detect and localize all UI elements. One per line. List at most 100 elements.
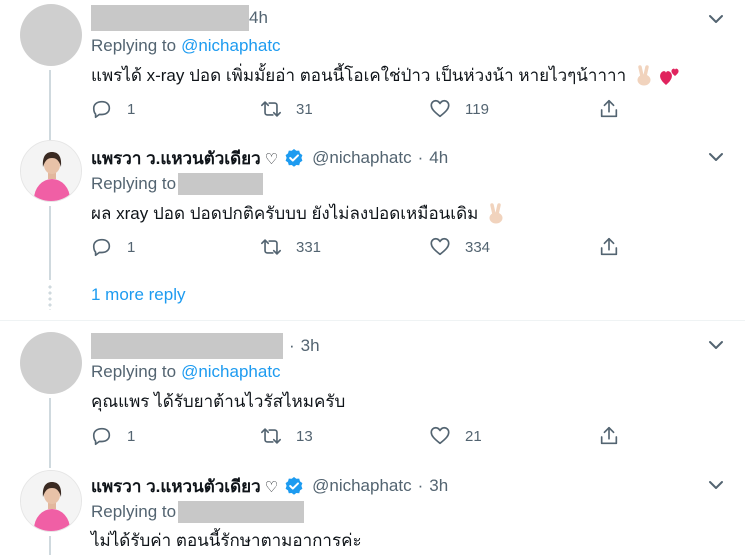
tweet-actions: 1 31 119	[91, 96, 631, 122]
tweet-time[interactable]: 3h	[301, 336, 320, 356]
like-count: 21	[465, 427, 482, 445]
tweet-text: แพรได้ x-ray ปอด เพิ่มมั้ยอ่า ตอนนี้โอเค…	[91, 62, 682, 89]
tweet-text-content: ผล xray ปอด ปอดปกติครับบบ ยังไม่ลงปอดเหม…	[91, 204, 479, 223]
replying-label: Replying to	[91, 36, 177, 55]
thread-line	[49, 398, 51, 468]
chevron-down-icon[interactable]	[707, 336, 725, 354]
tweet-text: คุณแพร ได้รับยาต้านไวรัสไหมครับ	[91, 388, 345, 415]
like-count: 334	[465, 238, 491, 256]
replying-to: Replying to @nichaphatc	[91, 36, 281, 56]
tweet-text: ไม่ได้รับค่า ตอนนี้รักษาตามอาการค่ะ	[91, 527, 362, 554]
avatar[interactable]	[20, 140, 82, 202]
like-button[interactable]: 21	[429, 423, 482, 449]
retweet-icon	[261, 428, 281, 444]
retweet-icon	[261, 101, 281, 117]
tweet[interactable]: แพรวา ว.แหวนตัวเดียว ♡ @nichaphatc · 3h R…	[0, 464, 745, 555]
tweet[interactable]: 4h Replying to @nichaphatc แพรได้ x-ray …	[0, 0, 745, 146]
tweet[interactable]: แพรวา ว.แหวนตัวเดียว ♡ @nichaphatc · 4h R…	[0, 140, 745, 280]
reply-button[interactable]: 1	[91, 234, 135, 260]
tweet-text-content: คุณแพร ได้รับยาต้านไวรัสไหมครับ	[91, 392, 346, 411]
heart-icon	[430, 237, 450, 256]
tweet-text-content: ไม่ได้รับค่า ตอนนี้รักษาตามอาการค่ะ	[91, 531, 362, 550]
redacted-mention	[178, 173, 264, 195]
tweet-header: แพรวา ว.แหวนตัวเดียว ♡ @nichaphatc · 4h	[91, 146, 448, 170]
replying-mention-link[interactable]: @nichaphatc	[181, 36, 281, 56]
reply-count: 1	[127, 100, 136, 118]
replying-label: Replying to	[91, 174, 177, 193]
avatar[interactable]	[20, 470, 82, 532]
victory-hand-emoji	[634, 64, 654, 87]
more-replies-row[interactable]: 1 more reply	[0, 280, 745, 314]
redacted-author	[91, 5, 249, 31]
tweet-actions: 1 331 334	[91, 234, 631, 260]
tweet-actions: 1 13 21	[91, 423, 631, 449]
retweet-count: 31	[296, 100, 313, 118]
separator-dot: ·	[417, 476, 424, 495]
tweet-header: · 3h	[91, 333, 320, 359]
share-icon	[600, 426, 618, 445]
author-name[interactable]: แพรวา ว.แหวนตัวเดียว ♡	[91, 145, 278, 172]
like-button[interactable]: 119	[429, 96, 489, 122]
like-button[interactable]: 334	[429, 234, 490, 260]
replying-label: Replying to	[91, 502, 177, 521]
reply-button[interactable]: 1	[91, 423, 135, 449]
reply-button[interactable]: 1	[91, 96, 135, 122]
retweet-button[interactable]: 331	[260, 234, 321, 260]
like-count: 119	[465, 100, 489, 118]
retweet-button[interactable]: 13	[260, 423, 313, 449]
reply-icon	[92, 427, 111, 446]
profile-photo	[21, 141, 81, 201]
replying-to: Replying to	[91, 173, 264, 195]
retweet-count: 331	[296, 238, 322, 256]
author-name[interactable]: แพรวา ว.แหวนตัวเดียว ♡	[91, 473, 278, 500]
author-handle[interactable]: @nichaphatc	[312, 476, 412, 496]
profile-photo	[21, 471, 81, 531]
victory-hand-emoji	[486, 202, 506, 225]
replying-mention-link[interactable]: @nichaphatc	[181, 362, 281, 382]
share-icon	[600, 237, 618, 256]
thread-dots	[48, 284, 52, 310]
tweet-header: แพรวา ว.แหวนตัวเดียว ♡ @nichaphatc · 3h	[91, 474, 448, 498]
thread-line	[49, 206, 51, 280]
redacted-author	[91, 333, 283, 359]
replying-to: Replying to	[91, 501, 305, 523]
chevron-down-icon[interactable]	[707, 476, 725, 494]
retweet-button[interactable]: 31	[260, 96, 313, 122]
avatar[interactable]	[20, 4, 82, 66]
reply-icon	[92, 100, 111, 119]
thread-line	[49, 70, 51, 146]
heart-icon	[430, 99, 450, 118]
share-icon	[600, 99, 618, 118]
replying-label: Replying to	[91, 362, 177, 381]
more-replies-link[interactable]: 1 more reply	[91, 285, 185, 305]
share-button[interactable]	[598, 96, 620, 122]
tweet-time[interactable]: 4h	[429, 148, 448, 168]
redacted-mention	[178, 501, 305, 523]
avatar[interactable]	[20, 332, 82, 394]
verified-badge-icon	[284, 476, 304, 496]
thread-line	[49, 536, 51, 555]
reply-count: 1	[127, 238, 136, 256]
tweet-time[interactable]: 3h	[429, 476, 448, 496]
author-handle[interactable]: @nichaphatc	[312, 148, 412, 168]
share-button[interactable]	[598, 423, 620, 449]
tweet-time[interactable]: 4h	[249, 8, 268, 28]
chevron-down-icon[interactable]	[707, 10, 725, 28]
reply-icon	[92, 238, 111, 257]
tweet-header: 4h	[91, 5, 268, 31]
heart-icon	[430, 426, 450, 445]
separator-dot: ·	[289, 336, 295, 355]
verified-badge-icon	[284, 148, 304, 168]
chevron-down-icon[interactable]	[707, 148, 725, 166]
divider	[0, 320, 745, 321]
share-button[interactable]	[598, 234, 620, 260]
tweet[interactable]: · 3h Replying to @nichaphatc คุณแพร ได้ร…	[0, 322, 745, 468]
two-hearts-emoji	[658, 65, 682, 87]
tweet-text: ผล xray ปอด ปอดปกติครับบบ ยังไม่ลงปอดเหม…	[91, 200, 506, 227]
separator-dot: ·	[417, 148, 424, 167]
reply-count: 1	[127, 427, 136, 445]
retweet-count: 13	[296, 427, 313, 445]
tweet-text-content: แพรได้ x-ray ปอด เพิ่มมั้ยอ่า ตอนนี้โอเค…	[91, 66, 627, 85]
retweet-icon	[261, 239, 281, 255]
replying-to: Replying to @nichaphatc	[91, 362, 281, 382]
